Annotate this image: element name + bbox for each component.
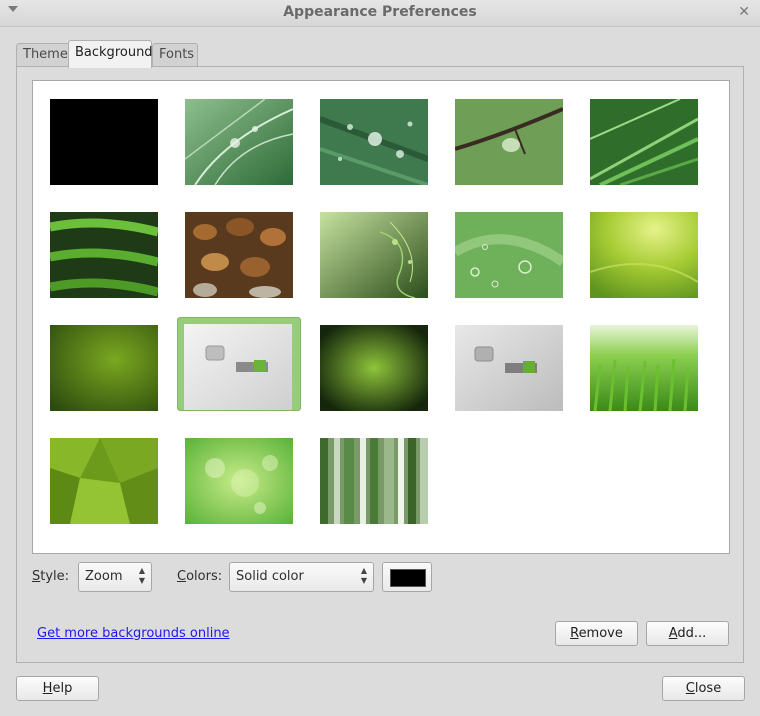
help-accel: H xyxy=(42,681,53,696)
get-more-backgrounds-link[interactable]: Get more backgrounds online xyxy=(37,626,230,641)
style-combo[interactable]: Zoom ▲ ▼ xyxy=(78,562,152,592)
background-thumb-branch-droplet[interactable] xyxy=(455,99,563,185)
tab-background[interactable]: Background xyxy=(68,40,153,68)
close-icon[interactable]: ✕ xyxy=(738,4,750,20)
background-thumb-dark-green-gradient[interactable] xyxy=(50,325,158,411)
close-label: lose xyxy=(694,681,722,696)
spin-arrows-icon: ▲ ▼ xyxy=(360,566,367,585)
style-combo-value: Zoom xyxy=(85,569,123,584)
colors-combo-value: Solid color xyxy=(236,569,304,584)
help-button[interactable]: Help xyxy=(16,676,99,701)
remove-button[interactable]: Remove xyxy=(555,621,638,646)
background-thumb-mint-logo-grey[interactable] xyxy=(455,325,563,411)
help-label: elp xyxy=(52,681,73,696)
background-thumb-mint-logo-light[interactable] xyxy=(184,324,292,410)
background-thumb-leaf-dew[interactable] xyxy=(320,99,428,185)
background-thumb-green-bokeh[interactable] xyxy=(185,438,293,524)
close-button[interactable]: Close xyxy=(662,676,745,701)
style-label-text: tyle: xyxy=(40,569,70,584)
colors-label-text: olors: xyxy=(186,569,223,584)
color-picker-button[interactable] xyxy=(382,562,432,592)
tab-fonts[interactable]: Fonts xyxy=(152,43,198,66)
background-thumb-green-stripes[interactable] xyxy=(320,438,428,524)
background-thumb-black[interactable] xyxy=(50,99,158,185)
background-thumb-green-bubbles[interactable] xyxy=(455,212,563,298)
spin-arrows-icon: ▲ ▼ xyxy=(138,566,145,585)
window-title: Appearance Preferences xyxy=(283,4,477,20)
background-thumb-dark-green-blur[interactable] xyxy=(320,325,428,411)
background-grid[interactable] xyxy=(32,80,730,554)
remove-label: emove xyxy=(578,626,623,641)
tab-theme[interactable]: Theme xyxy=(16,43,70,66)
add-label: dd... xyxy=(677,626,707,641)
add-button[interactable]: Add... xyxy=(646,621,729,646)
tab-background-label: Background xyxy=(75,45,153,60)
tab-theme-label: Theme xyxy=(23,47,68,62)
background-thumb-grass-blades[interactable] xyxy=(590,99,698,185)
colors-combo[interactable]: Solid color ▲ ▼ xyxy=(229,562,374,592)
background-thumb-leaf-water-drops[interactable] xyxy=(185,99,293,185)
title-bar: Appearance Preferences ✕ xyxy=(0,0,760,27)
colors-label: Colors: xyxy=(177,569,222,584)
background-thumb-lime-glow[interactable] xyxy=(590,212,698,298)
colors-label-accel: C xyxy=(177,569,187,584)
background-thumb-fresh-grass[interactable] xyxy=(590,325,698,411)
background-thumb-green-swirl[interactable] xyxy=(320,212,428,298)
close-accel: C xyxy=(685,681,695,696)
color-swatch xyxy=(390,569,426,587)
tab-fonts-label: Fonts xyxy=(159,47,195,62)
remove-accel: R xyxy=(570,626,579,641)
background-thumb-fern[interactable] xyxy=(50,212,158,298)
background-thumb-river-stones[interactable] xyxy=(185,212,293,298)
background-thumb-green-polygons[interactable] xyxy=(50,438,158,524)
style-label: Style: xyxy=(32,569,69,584)
